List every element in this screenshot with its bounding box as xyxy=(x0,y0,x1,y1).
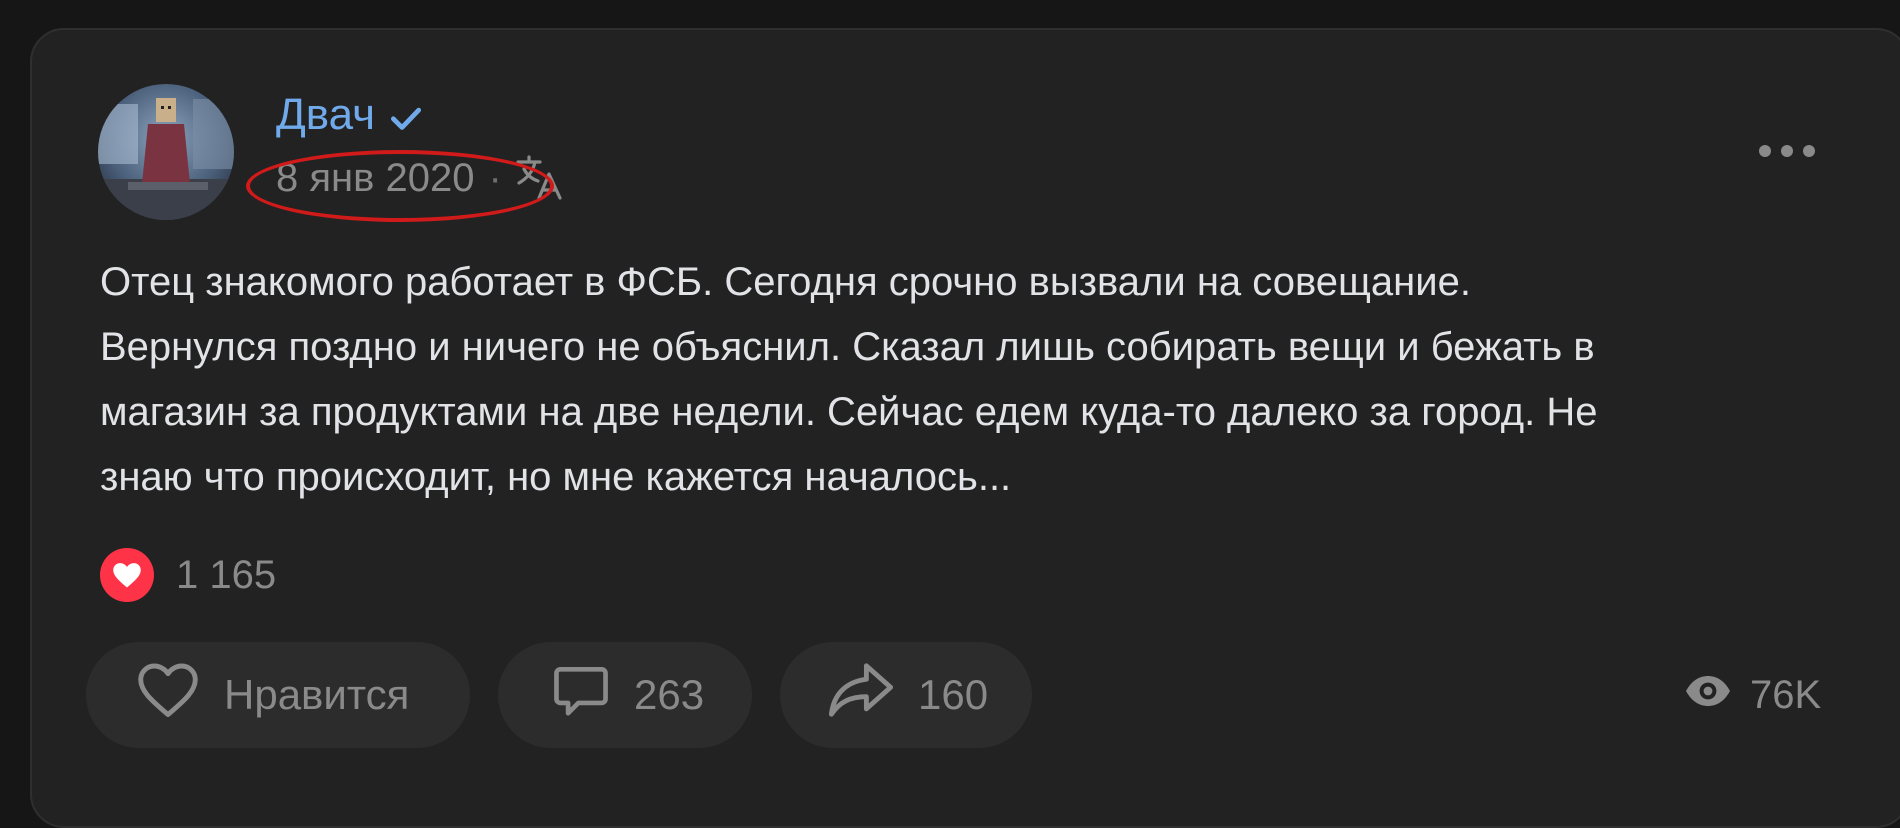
more-dot xyxy=(1803,145,1815,157)
reactions-summary[interactable]: 1 165 xyxy=(100,548,276,602)
avatar-image xyxy=(98,84,234,220)
comment-count: 263 xyxy=(634,671,705,718)
heart-icon xyxy=(100,548,154,602)
eye-icon xyxy=(1684,670,1732,720)
share-icon xyxy=(826,660,896,730)
post-text: Отец знакомого работает в ФСБ. Сегодня с… xyxy=(100,250,1820,510)
post-text-line: Отец знакомого работает в ФСБ. Сегодня с… xyxy=(100,260,1471,304)
like-label: Нравится xyxy=(224,671,410,718)
views-counter: 76K xyxy=(1684,670,1821,720)
post-text-line: Вернулся поздно и ничего не объяснил. Ск… xyxy=(100,325,1595,369)
author-name-text[interactable]: Двач xyxy=(276,88,375,142)
more-dots-icon xyxy=(1759,145,1771,157)
post-text-line: магазин за продуктами на две недели. Сей… xyxy=(100,390,1598,434)
date-highlight-annotation xyxy=(246,150,554,222)
comment-button[interactable]: 263 xyxy=(498,642,752,748)
more-options-button[interactable] xyxy=(1752,136,1822,166)
like-button[interactable]: Нравится xyxy=(86,642,470,748)
comment-icon xyxy=(550,659,612,731)
avatar[interactable] xyxy=(98,84,234,220)
author-name[interactable]: Двач xyxy=(276,88,425,142)
verified-check-icon xyxy=(387,96,425,134)
share-button[interactable]: 160 xyxy=(780,642,1032,748)
views-count: 76K xyxy=(1750,673,1822,717)
share-count: 160 xyxy=(918,671,989,718)
post-text-line: знаю что происходит, но мне кажется нача… xyxy=(100,455,1012,499)
reaction-count: 1 165 xyxy=(176,552,277,597)
heart-outline-icon xyxy=(134,660,202,730)
more-dot xyxy=(1781,145,1793,157)
